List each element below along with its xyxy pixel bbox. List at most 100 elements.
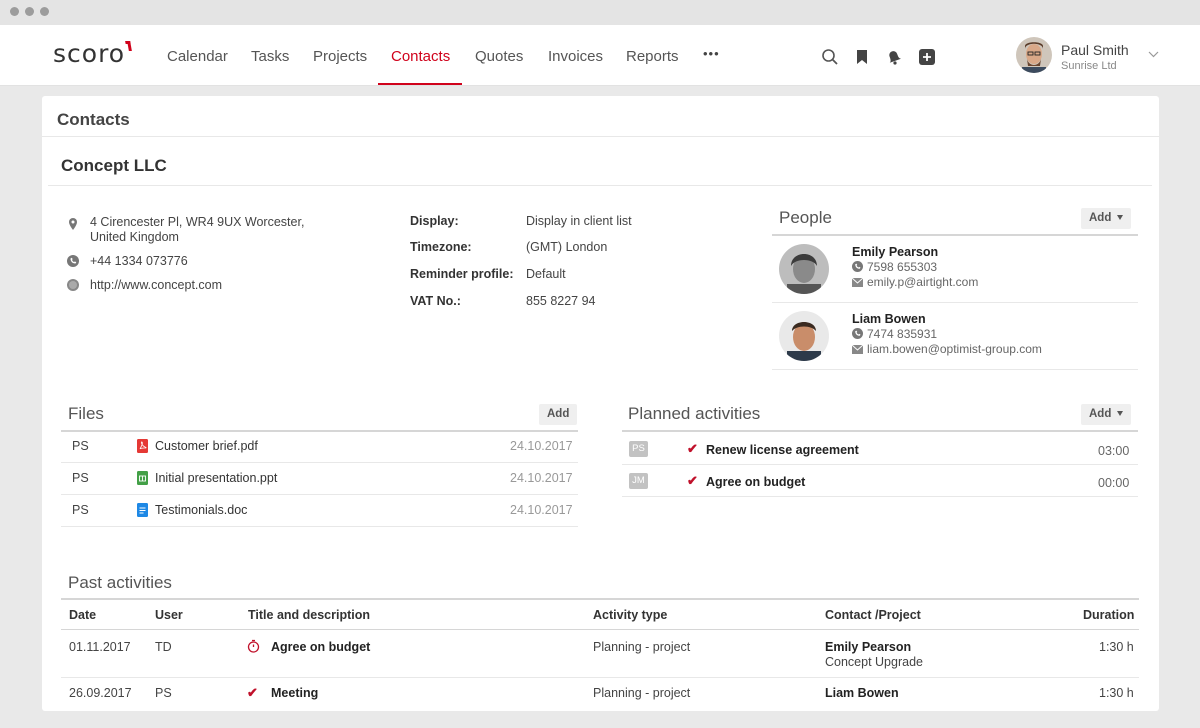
row-date: 01.11.2017 (69, 640, 131, 654)
nav-calendar[interactable]: Calendar (167, 48, 228, 65)
globe-icon (67, 279, 79, 291)
window-titlebar (0, 0, 1200, 25)
email-text: liam.bowen@optimist-group.com (867, 342, 1042, 356)
col-title[interactable]: Title and description (248, 608, 370, 622)
nav-quotes[interactable]: Quotes (475, 48, 523, 65)
check-icon[interactable]: ✔ (687, 473, 698, 489)
divider (772, 234, 1138, 236)
person-email[interactable]: emily.p@airtight.com (852, 275, 978, 289)
file-date: 24.10.2017 (510, 439, 573, 453)
row-title: Meeting (271, 686, 319, 700)
doc-icon (137, 503, 148, 517)
company-name: Concept LLC (61, 156, 167, 175)
phone-icon (852, 328, 863, 339)
chevron-down-icon (1117, 215, 1124, 220)
address-line2: United Kingdom (90, 230, 179, 244)
file-name[interactable]: Initial presentation.ppt (155, 471, 277, 485)
chevron-down-icon[interactable] (1148, 51, 1159, 58)
nav-tasks[interactable]: Tasks (251, 48, 289, 65)
past-title: Past activities (68, 573, 172, 592)
phone-text: 7598 655303 (867, 260, 938, 274)
row-date: 26.09.2017 (69, 686, 132, 700)
mail-icon (852, 345, 863, 354)
stopwatch-icon (247, 639, 260, 653)
address-line1: 4 Cirencester Pl, WR4 9UX Worcester, (90, 215, 305, 229)
activity-title[interactable]: Agree on budget (706, 475, 805, 489)
divider (622, 430, 1138, 432)
file-date: 24.10.2017 (510, 471, 573, 485)
person-photo[interactable] (779, 244, 829, 294)
nav-contacts[interactable]: Contacts (391, 48, 450, 65)
window-minimize-dot[interactable] (25, 7, 34, 16)
col-duration[interactable]: Duration (1083, 608, 1134, 622)
plus-icon[interactable] (918, 48, 936, 66)
col-contact-project[interactable]: Contact /Project (825, 608, 921, 622)
company-website[interactable]: http://www.concept.com (90, 277, 222, 293)
file-name[interactable]: Testimonials.doc (155, 503, 247, 517)
col-activity-type[interactable]: Activity type (593, 608, 667, 622)
field-value-display: Display in client list (526, 214, 632, 228)
sheet-icon (137, 471, 148, 485)
add-label: Add (1089, 212, 1112, 224)
file-date: 24.10.2017 (510, 503, 573, 517)
nav-invoices[interactable]: Invoices (548, 48, 603, 65)
files-title: Files (68, 404, 104, 423)
people-add-button[interactable]: Add (1081, 208, 1132, 229)
window-zoom-dot[interactable] (40, 7, 49, 16)
top-navigation: scoro Calendar Tasks Projects Contacts Q… (0, 25, 1200, 86)
field-label-timezone: Timezone: (410, 240, 472, 254)
user-name[interactable]: Paul Smith (1061, 42, 1129, 58)
field-label-display: Display: (410, 214, 459, 228)
file-name[interactable]: Customer brief.pdf (155, 439, 258, 453)
files-add-button[interactable]: Add (539, 404, 578, 425)
phone-text: 7474 835931 (867, 327, 938, 341)
email-text: emily.p@airtight.com (867, 275, 979, 289)
user-company: Sunrise Ltd (1061, 60, 1117, 72)
user-avatar[interactable] (1016, 37, 1052, 73)
nav-more[interactable]: ••• (703, 46, 720, 61)
person-name[interactable]: Liam Bowen (852, 312, 926, 326)
person-photo[interactable] (779, 311, 829, 361)
row-contact: Emily Pearson (825, 640, 912, 654)
search-icon[interactable] (821, 48, 839, 66)
row-title: Agree on budget (271, 640, 371, 654)
file-user: PS (72, 439, 89, 453)
planned-add-button[interactable]: Add (1081, 404, 1132, 425)
pdf-icon (137, 439, 148, 453)
bookmark-icon[interactable] (853, 48, 871, 66)
scoro-logo[interactable]: scoro (53, 39, 132, 68)
phone-icon (852, 261, 863, 272)
person-name[interactable]: Emily Pearson (852, 245, 938, 259)
divider (772, 302, 1138, 303)
file-user: PS (72, 471, 89, 485)
col-user[interactable]: User (155, 608, 183, 622)
divider (61, 629, 1139, 630)
divider (61, 598, 1139, 600)
row-user: TD (155, 640, 172, 654)
col-date[interactable]: Date (69, 608, 96, 622)
person-phone[interactable]: 7598 655303 (852, 260, 937, 274)
file-user: PS (72, 503, 89, 517)
row-user: PS (155, 686, 172, 700)
row-type: Planning - project (593, 686, 691, 700)
person-email[interactable]: liam.bowen@optimist-group.com (852, 342, 1042, 356)
nav-reports[interactable]: Reports (626, 48, 679, 65)
window-close-dot[interactable] (10, 7, 19, 16)
divider (61, 526, 578, 527)
nav-projects[interactable]: Projects (313, 48, 367, 65)
activity-time: 00:00 (1098, 476, 1130, 490)
divider (61, 677, 1139, 678)
divider (61, 494, 578, 495)
contact-card: Contacts Concept LLC 4 Cirencester Pl, W… (42, 96, 1159, 711)
divider (61, 430, 578, 432)
check-icon[interactable]: ✔ (687, 441, 698, 457)
bell-icon[interactable] (885, 48, 903, 66)
divider (622, 464, 1138, 465)
mail-icon (852, 278, 863, 287)
people-title: People (779, 208, 832, 227)
activity-title[interactable]: Renew license agreement (706, 443, 859, 457)
company-phone[interactable]: +44 1334 073776 (90, 253, 188, 269)
person-phone[interactable]: 7474 835931 (852, 327, 937, 341)
phone-icon (67, 255, 79, 267)
row-project: Concept Upgrade (825, 655, 923, 669)
